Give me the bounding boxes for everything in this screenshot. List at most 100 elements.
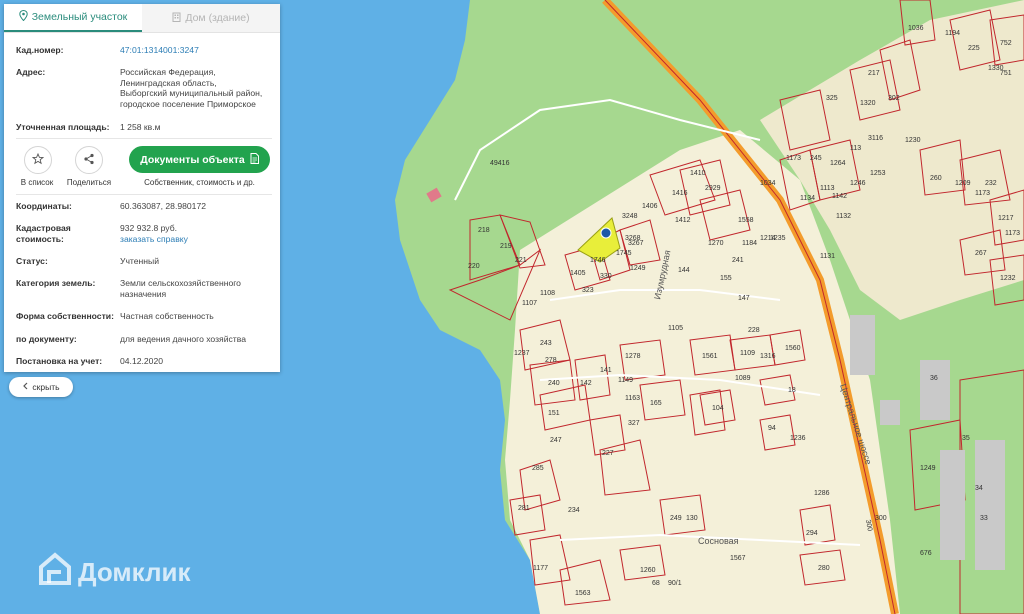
domclick-logo: Домклик <box>38 552 190 593</box>
parcel-number-label: 676 <box>920 550 932 557</box>
parcel-number-label: 1416 <box>672 190 688 197</box>
parcel-number-label: 325 <box>826 95 838 102</box>
cadastral-cost-value: 932 932.8 руб. <box>120 223 178 233</box>
parcel-number-label: 1567 <box>730 555 746 562</box>
parcel-number-label: 1235 <box>770 235 786 242</box>
parcel-number-label: 147 <box>738 295 750 302</box>
object-documents-button[interactable]: Документы объекта <box>129 146 270 173</box>
parcel-number-label: 3267 <box>628 240 644 247</box>
location-marker[interactable] <box>600 227 612 239</box>
parcel-number-label: 1406 <box>642 203 658 210</box>
tab-land-plot-label: Земельный участок <box>31 11 128 23</box>
document-icon <box>250 152 259 167</box>
parcel-number-label: 245 <box>810 155 822 162</box>
parcel-number-label: 144 <box>678 267 690 274</box>
parcel-number-label: 1163 <box>625 395 640 402</box>
parcel-number-label: 1149 <box>618 377 633 384</box>
parcel-number-label: 220 <box>468 263 480 270</box>
parcel-number-label: 330 <box>600 273 612 280</box>
cadastral-number-link[interactable]: 47:01:1314001:3247 <box>120 45 272 56</box>
parcel-number-label: 1113 <box>820 185 835 192</box>
coordinates-row: Координаты: 60.363087, 28.980172 <box>16 201 272 212</box>
parcel-number-label: 1109 <box>740 350 755 357</box>
building <box>940 450 965 560</box>
parcel-number-label: 33 <box>980 515 988 522</box>
land-category-value: Земли сельскохозяйственного назначения <box>120 278 272 299</box>
parcel-number-label: 221 <box>515 257 527 264</box>
parcel-number-label: 1184 <box>742 240 757 247</box>
parcel-number-label: 247 <box>550 437 562 444</box>
tab-land-plot[interactable]: Земельный участок <box>4 4 142 32</box>
parcel-number-label: 1107 <box>522 300 537 307</box>
coordinates-label: Координаты: <box>16 201 72 211</box>
parcel-number-label: 1209 <box>955 180 971 187</box>
parcel-number-label: 151 <box>548 410 560 417</box>
registration-label: Постановка на учет: <box>16 356 103 366</box>
parcel-number-label: 142 <box>580 380 592 387</box>
parcel-number-label: 243 <box>540 340 552 347</box>
parcel-number-label: 285 <box>532 465 544 472</box>
parcel-number-label: 1249 <box>630 265 646 272</box>
building <box>920 360 950 420</box>
parcel-number-label: 232 <box>985 180 997 187</box>
parcel-number-label: 1134 <box>800 195 815 202</box>
parcel-number-label: 1230 <box>905 137 921 144</box>
parcel-number-label: 1173 <box>786 155 801 162</box>
cadastral-cost-label-line: Кадастровая <box>16 223 71 233</box>
status-label: Статус: <box>16 256 48 266</box>
parcel-number-label: 302 <box>888 95 900 102</box>
registration-date: 04.12.2020 <box>120 356 164 366</box>
parcel-number-label: 113 <box>850 145 861 152</box>
documents-subtitle: Собственник, стоимость и др. <box>144 178 255 187</box>
parcel-number-label: 2929 <box>705 185 721 192</box>
address-line: городское поселение Приморское <box>120 98 256 109</box>
pin-icon <box>19 9 28 24</box>
parcel-info-panel: Земельный участок Дом (здание) Кад.номер… <box>4 4 280 372</box>
land-category-line: назначения <box>120 288 167 299</box>
parcel-number-label: 1089 <box>735 375 751 382</box>
address-line: Выборгский муниципальный район, <box>120 88 263 98</box>
address-row: Адрес: Российская Федерация, Ленинградск… <box>16 67 272 109</box>
coordinates-value: 60.363087, 28.980172 <box>120 201 207 211</box>
parcel-number-label: 94 <box>768 425 776 432</box>
parcel-number-label: 240 <box>548 380 560 387</box>
hide-panel-button[interactable]: скрыть <box>9 377 73 397</box>
ownership-value: Частная собственность <box>120 311 214 321</box>
parcel-number-label: 281 <box>518 505 530 512</box>
address-label: Адрес: <box>16 67 46 77</box>
order-certificate-link[interactable]: заказать справку <box>120 234 272 245</box>
building-icon <box>172 12 181 25</box>
parcel-number-label: 1249 <box>920 465 936 472</box>
status-value: Учтенный <box>120 256 160 266</box>
area-value: 1 258 кв.м <box>120 122 161 132</box>
add-to-list-button[interactable] <box>24 146 52 174</box>
parcel-number-label: 219 <box>500 243 512 250</box>
parcel-number-label: 3116 <box>868 135 883 142</box>
parcel-number-label: 1105 <box>668 325 683 332</box>
parcel-number-label: 1558 <box>738 217 754 224</box>
cadastral-label: Кад.номер: <box>16 45 64 55</box>
parcel-number-label: 1410 <box>690 170 706 177</box>
cadastral-cost-label-line: стоимость: <box>16 234 64 244</box>
land-category-label: Категория земель: <box>16 278 96 288</box>
parcel-number-label: 1036 <box>908 25 924 32</box>
share-button[interactable] <box>75 146 103 174</box>
add-to-list-label: В список <box>20 178 54 187</box>
house-logo-icon <box>38 552 72 593</box>
parcel-number-label: 18 <box>788 387 796 394</box>
building <box>850 315 875 375</box>
star-icon <box>31 152 45 167</box>
cadastral-cost-row: Кадастровая стоимость: 932 932.8 руб. за… <box>16 223 272 245</box>
parcel-number-label: 1173 <box>975 190 990 197</box>
address-value: Российская Федерация, Ленинградская обла… <box>120 67 272 109</box>
tab-building[interactable]: Дом (здание) <box>142 4 280 32</box>
parcel-number-label: 1173 <box>1005 230 1020 237</box>
parcel-number-label: 1217 <box>998 215 1014 222</box>
parcel-number-label: 3248 <box>622 213 638 220</box>
share-label: Поделиться <box>66 178 112 187</box>
parcel-number-label: 90/1 <box>668 580 682 587</box>
cadastral-row: Кад.номер: 47:01:1314001:3247 <box>16 45 272 56</box>
parcel-number-label: 1253 <box>870 170 886 177</box>
parcel-number-label: 1412 <box>675 217 691 224</box>
parcel-number-label: 260 <box>930 175 942 182</box>
